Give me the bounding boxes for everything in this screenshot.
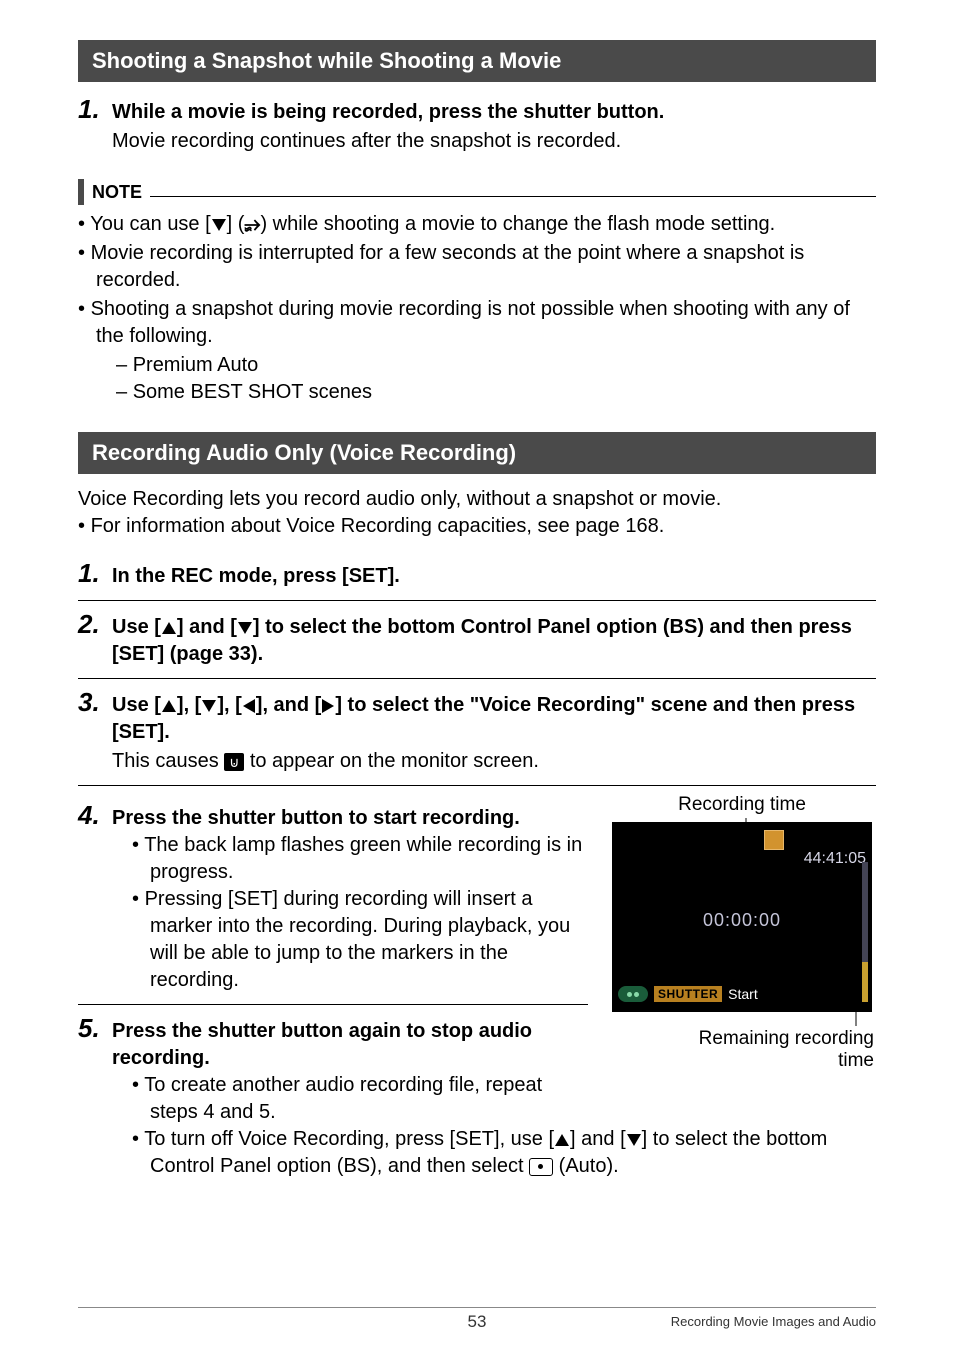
step-number: 1. bbox=[78, 558, 112, 589]
text: (Auto). bbox=[553, 1155, 619, 1177]
step-number: 4. bbox=[78, 800, 112, 831]
step-number: 2. bbox=[78, 609, 112, 640]
step-text: This causes ⊍ to appear on the monitor s… bbox=[112, 748, 876, 775]
text: ], and [ bbox=[256, 694, 322, 716]
up-arrow-icon bbox=[555, 1134, 569, 1146]
remaining-time: 44:41:05 bbox=[804, 850, 866, 868]
intro-text: Voice Recording lets you record audio on… bbox=[78, 486, 876, 513]
up-arrow-icon bbox=[162, 622, 176, 634]
intro-item: For information about Voice Recording ca… bbox=[78, 513, 876, 540]
note-list: You can use [ ] (⭈) while shooting a movi… bbox=[78, 211, 876, 350]
elapsed-time: 00:00:00 bbox=[612, 910, 872, 931]
section-header-2: Recording Audio Only (Voice Recording) bbox=[78, 432, 876, 474]
right-arrow-icon bbox=[322, 699, 334, 713]
screenshot-label-top: Recording time bbox=[608, 794, 876, 816]
note-rule bbox=[150, 196, 876, 197]
divider bbox=[78, 678, 876, 679]
text: This causes bbox=[112, 750, 224, 772]
text: To turn off Voice Recording, press [SET]… bbox=[144, 1128, 554, 1150]
screenshot-label-bottom-2: time bbox=[608, 1050, 876, 1072]
step-number: 3. bbox=[78, 687, 112, 718]
intro-list: For information about Voice Recording ca… bbox=[78, 513, 876, 540]
option-pill-icon bbox=[618, 986, 648, 1002]
step-title: In the REC mode, press [SET]. bbox=[112, 563, 876, 590]
step-title: While a movie is being recorded, press t… bbox=[112, 99, 876, 126]
text: ] and [ bbox=[177, 616, 237, 638]
divider bbox=[78, 1004, 588, 1005]
left-arrow-icon bbox=[243, 699, 255, 713]
down-arrow-icon bbox=[238, 622, 252, 634]
step-title: Use [], [], [], and [] to select the "Vo… bbox=[112, 692, 876, 746]
start-label: Start bbox=[728, 986, 758, 1002]
text: ] and [ bbox=[570, 1128, 626, 1150]
step-2: 2. Use [] and [] to select the bottom Co… bbox=[78, 609, 876, 668]
step-subitem: To turn off Voice Recording, press [SET]… bbox=[112, 1126, 876, 1180]
screenshot-column: Recording time 44:41:05 00:00:00 SHUTTER… bbox=[608, 794, 876, 1072]
up-arrow-icon bbox=[162, 700, 176, 712]
flash-icon: ⭈ bbox=[244, 213, 260, 235]
note-item: You can use [ ] (⭈) while shooting a movi… bbox=[78, 211, 876, 238]
down-arrow-icon bbox=[212, 219, 226, 231]
step-subitem: Pressing [SET] during recording will ins… bbox=[112, 886, 588, 994]
divider bbox=[78, 785, 876, 786]
page-number: 53 bbox=[468, 1312, 487, 1332]
step-1: 1. While a movie is being recorded, pres… bbox=[78, 94, 876, 155]
note-bar-icon bbox=[78, 179, 84, 205]
text: You can use [ bbox=[90, 213, 210, 235]
note-item: Movie recording is interrupted for a few… bbox=[78, 240, 876, 294]
step-title: Press the shutter button again to stop a… bbox=[112, 1018, 588, 1072]
step-title: Press the shutter button to start record… bbox=[112, 805, 588, 832]
text: ], [ bbox=[177, 694, 201, 716]
divider bbox=[78, 600, 876, 601]
step-subitem: The back lamp flashes green while record… bbox=[112, 832, 588, 886]
voice-record-icon: ⊍ bbox=[224, 753, 244, 771]
step-title: Use [] and [] to select the bottom Contr… bbox=[112, 614, 876, 668]
step-number: 1. bbox=[78, 94, 112, 125]
text: ] ( bbox=[227, 213, 245, 235]
pointer-inside-top bbox=[742, 832, 772, 872]
text: Use [ bbox=[112, 616, 161, 638]
step-subitem: To create another audio recording file, … bbox=[112, 1072, 588, 1126]
level-bar-fill bbox=[862, 962, 868, 1002]
auto-mode-icon bbox=[529, 1158, 553, 1176]
step-1b: 1. In the REC mode, press [SET]. bbox=[78, 558, 876, 590]
footer-text: Recording Movie Images and Audio bbox=[671, 1314, 876, 1329]
camera-screenshot: 44:41:05 00:00:00 SHUTTER Start bbox=[612, 822, 872, 1012]
screenshot-label-bottom-1: Remaining recording bbox=[608, 1028, 876, 1050]
page-footer: 53 Recording Movie Images and Audio bbox=[78, 1307, 876, 1329]
step-4: 4. Press the shutter button to start rec… bbox=[78, 800, 588, 994]
step-3: 3. Use [], [], [], and [] to select the … bbox=[78, 687, 876, 775]
text: Use [ bbox=[112, 694, 161, 716]
pointer-inside-bottom bbox=[830, 962, 860, 1012]
note-item: Shooting a snapshot during movie recordi… bbox=[78, 296, 876, 350]
text: ], [ bbox=[217, 694, 241, 716]
section-header-1: Shooting a Snapshot while Shooting a Mov… bbox=[78, 40, 876, 82]
step-number: 5. bbox=[78, 1013, 112, 1044]
text: ) while shooting a movie to change the f… bbox=[260, 213, 775, 235]
down-arrow-icon bbox=[202, 700, 216, 712]
text: to appear on the monitor screen. bbox=[244, 750, 539, 772]
shutter-label: SHUTTER bbox=[654, 986, 722, 1002]
note-label: NOTE bbox=[92, 182, 142, 203]
step-text: Movie recording continues after the snap… bbox=[112, 128, 876, 155]
step-5: 5. Press the shutter button again to sto… bbox=[78, 1013, 588, 1126]
note-subitem: Premium Auto bbox=[78, 352, 876, 379]
down-arrow-icon bbox=[627, 1134, 641, 1146]
note-header: NOTE bbox=[78, 179, 876, 205]
note-subitem: Some BEST SHOT scenes bbox=[78, 379, 876, 406]
